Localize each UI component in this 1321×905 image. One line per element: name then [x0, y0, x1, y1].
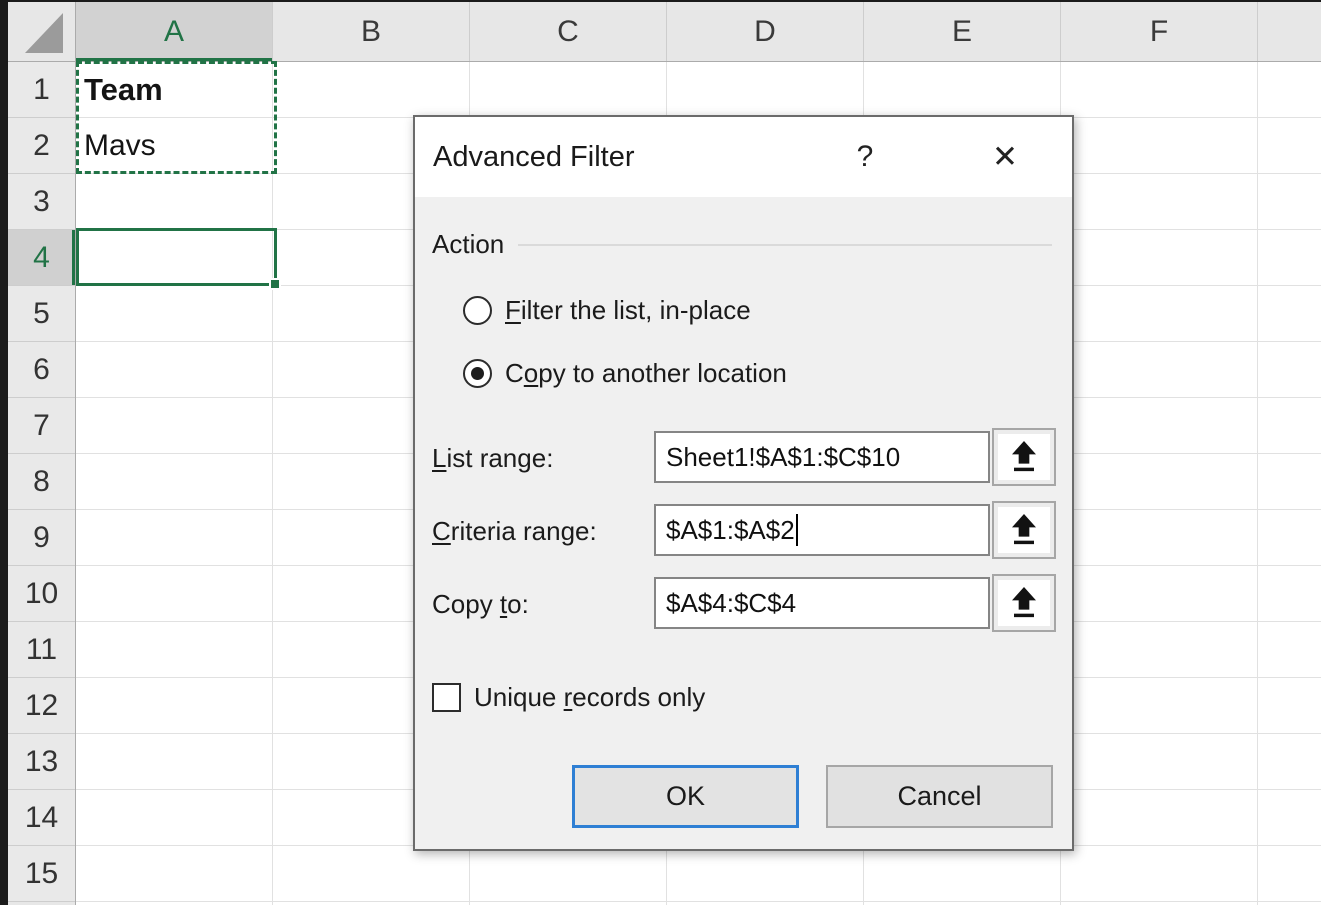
- row-header-5[interactable]: 5: [8, 286, 75, 342]
- criteria-range-input[interactable]: $A$1:$A$2: [654, 504, 990, 556]
- list-range-value: Sheet1!$A$1:$C$10: [666, 442, 900, 473]
- row-header-9[interactable]: 9: [8, 510, 75, 566]
- excel-worksheet-screen: ABCDEF 123456789101112131415 Team Mavs A…: [0, 0, 1321, 905]
- help-icon[interactable]: ?: [843, 135, 887, 179]
- criteria-range-collapse-button[interactable]: [992, 501, 1056, 559]
- row-header-10[interactable]: 10: [8, 566, 75, 622]
- checkbox-unchecked-icon[interactable]: [432, 683, 461, 712]
- list-range-collapse-button[interactable]: [992, 428, 1056, 486]
- row-header-13[interactable]: 13: [8, 734, 75, 790]
- row-header-11[interactable]: 11: [8, 622, 75, 678]
- copy-to-label: Copy to:: [432, 589, 529, 620]
- row-header-12[interactable]: 12: [8, 678, 75, 734]
- row-header-1[interactable]: 1: [8, 62, 75, 118]
- radio-button-selected-icon[interactable]: [463, 359, 492, 388]
- list-range-input[interactable]: Sheet1!$A$1:$C$10: [654, 431, 990, 483]
- column-header-F[interactable]: F: [1061, 2, 1258, 61]
- column-header-C[interactable]: C: [470, 2, 667, 61]
- column-header-B[interactable]: B: [273, 2, 470, 61]
- radio-filter-in-place-label[interactable]: Filter the list, in-place: [505, 295, 751, 326]
- copy-to-collapse-button[interactable]: [992, 574, 1056, 632]
- list-range-label: List range:: [432, 443, 553, 474]
- marching-ants-selection: [76, 61, 277, 174]
- range-selector-up-arrow-icon: [1008, 585, 1040, 621]
- select-all-triangle-icon: [25, 13, 65, 53]
- radio-filter-in-place[interactable]: Filter the list, in-place: [463, 295, 751, 325]
- column-header-A[interactable]: A: [76, 2, 273, 61]
- row-header-2[interactable]: 2: [8, 118, 75, 174]
- dialog-title: Advanced Filter: [433, 117, 635, 197]
- ok-button[interactable]: OK: [572, 765, 799, 828]
- row-header-4[interactable]: 4: [8, 230, 75, 286]
- dialog-titlebar[interactable]: Advanced Filter ? ✕: [415, 117, 1072, 197]
- range-selector-up-arrow-icon: [1008, 439, 1040, 475]
- column-header-E[interactable]: E: [864, 2, 1061, 61]
- row-header-7[interactable]: 7: [8, 398, 75, 454]
- column-header-D[interactable]: D: [667, 2, 864, 61]
- column-headers: ABCDEF: [76, 2, 1321, 62]
- text-cursor: [796, 514, 798, 546]
- row-header-14[interactable]: 14: [8, 790, 75, 846]
- row-header-8[interactable]: 8: [8, 454, 75, 510]
- radio-copy-to-location-label[interactable]: Copy to another location: [505, 358, 787, 389]
- copy-to-input[interactable]: $A$4:$C$4: [654, 577, 990, 629]
- row-header-3[interactable]: 3: [8, 174, 75, 230]
- radio-copy-to-location[interactable]: Copy to another location: [463, 358, 787, 388]
- window-left-edge: [0, 0, 8, 905]
- radio-button-unselected-icon[interactable]: [463, 296, 492, 325]
- row-headers: 123456789101112131415: [8, 62, 76, 905]
- criteria-range-value: $A$1:$A$2: [666, 515, 795, 546]
- copy-to-value: $A$4:$C$4: [666, 588, 796, 619]
- range-selector-up-arrow-icon: [1008, 512, 1040, 548]
- criteria-range-label: Criteria range:: [432, 516, 597, 547]
- action-group-label: Action: [432, 229, 1052, 260]
- window-top-edge: [0, 0, 1321, 2]
- row-header-15[interactable]: 15: [8, 846, 75, 902]
- active-cell-selection: [76, 228, 277, 286]
- fill-handle[interactable]: [269, 278, 281, 290]
- unique-records-checkbox-row[interactable]: Unique records only: [432, 683, 705, 712]
- row-header-6[interactable]: 6: [8, 342, 75, 398]
- column-header-partial[interactable]: [1258, 2, 1321, 61]
- action-label-text: Action: [432, 229, 504, 260]
- unique-records-label[interactable]: Unique records only: [474, 682, 705, 713]
- group-divider: [518, 244, 1052, 246]
- cancel-button[interactable]: Cancel: [826, 765, 1053, 828]
- select-all-corner[interactable]: [8, 2, 76, 62]
- close-icon[interactable]: ✕: [983, 135, 1027, 179]
- advanced-filter-dialog: Advanced Filter ? ✕ Action Filter the li…: [413, 115, 1074, 851]
